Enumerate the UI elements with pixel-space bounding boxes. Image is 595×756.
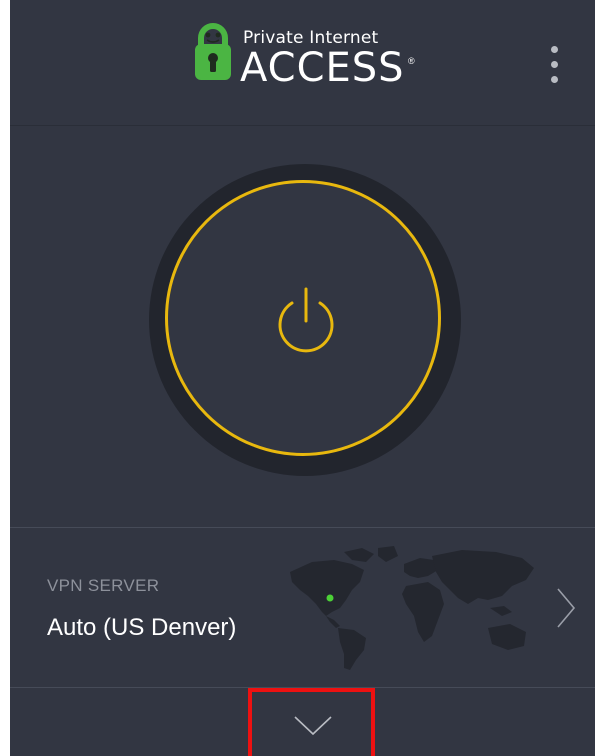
menu-dot: [551, 76, 558, 83]
app-header: Private Internet ACCESS ®: [10, 0, 595, 126]
registered-mark: ®: [408, 56, 415, 66]
padlock-robot-logo-icon: [195, 23, 231, 80]
pia-app-window: Private Internet ACCESS ® VPN SERVER Aut…: [10, 0, 595, 756]
brand-name-line2: ACCESS: [240, 45, 405, 91]
vpn-server-selector[interactable]: VPN SERVER Auto (US Denver): [10, 528, 595, 686]
chevron-down-icon: [294, 716, 332, 736]
connect-power-button[interactable]: [165, 180, 441, 456]
chevron-right-icon: [557, 588, 576, 628]
power-icon: [278, 287, 334, 353]
menu-dot: [551, 61, 558, 68]
vpn-server-label: VPN SERVER: [47, 576, 160, 595]
kebab-menu-icon[interactable]: [540, 40, 570, 90]
world-map-icon: [290, 546, 534, 670]
vpn-server-value: Auto (US Denver): [47, 614, 237, 641]
bottom-bar: [10, 688, 595, 756]
menu-dot: [551, 46, 558, 53]
expand-button[interactable]: [248, 688, 375, 756]
connect-area: [10, 126, 595, 526]
